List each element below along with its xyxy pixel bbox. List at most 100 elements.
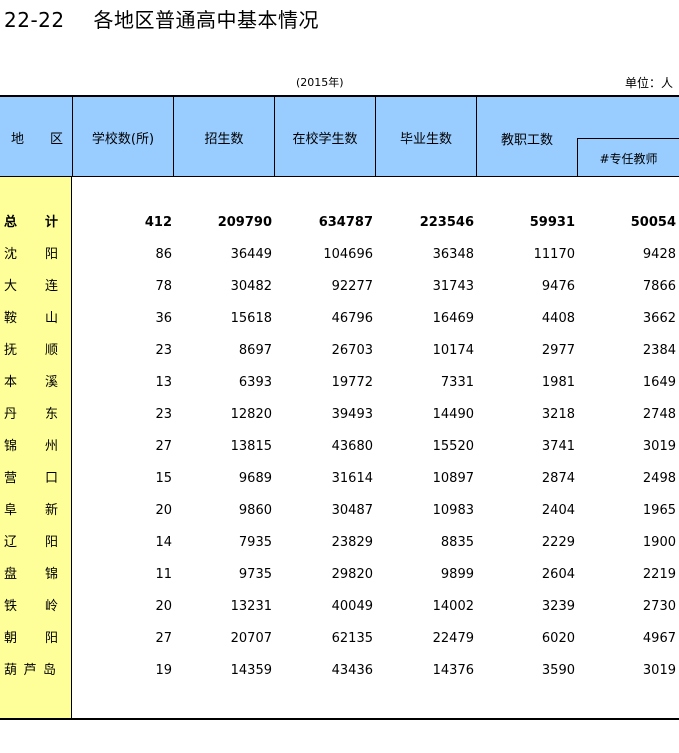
table-row: 沈阳 86 36449 104696 36348 11170 9428 [0,244,679,266]
region-name: 本溪 [4,372,58,394]
cell-teachers: 7866 [642,279,676,294]
region-name-char: 阳 [44,535,58,550]
region-name-char: 丹 [4,407,18,422]
cell-teachers: 3662 [642,311,676,326]
cell-graduates: 9899 [440,567,474,582]
cell-teachers: 1965 [642,503,676,518]
cell-students: 634787 [318,215,373,230]
region-name-char: 锦 [44,567,58,582]
header-students: 在校学生数 [275,97,376,177]
region-name-char: 阜 [4,503,18,518]
cell-enrollment: 7935 [238,535,272,550]
cell-graduates: 16469 [432,311,474,326]
region-name-char: 州 [44,439,58,454]
table-row: 朝阳 27 20707 62135 22479 6020 4967 [0,628,679,650]
region-name: 营口 [4,468,58,490]
cell-staff: 2977 [541,343,575,358]
cell-enrollment: 13231 [230,599,272,614]
cell-staff: 6020 [541,631,575,646]
cell-teachers: 9428 [642,247,676,262]
cell-graduates: 223546 [419,215,474,230]
cell-graduates: 14376 [432,663,474,678]
page-title: 22-22 各地区普通高中基本情况 [4,4,319,33]
cell-schools: 78 [155,279,172,294]
region-name: 大连 [4,276,58,298]
cell-staff: 2404 [541,503,575,518]
table-row: 丹东 23 12820 39493 14490 3218 2748 [0,404,679,426]
cell-graduates: 8835 [440,535,474,550]
cell-students: 29820 [331,567,373,582]
cell-schools: 23 [155,343,172,358]
cell-graduates: 10174 [432,343,474,358]
region-name-char: 铁 [4,599,18,614]
cell-enrollment: 8697 [238,343,272,358]
table-row: 抚顺 23 8697 26703 10174 2977 2384 [0,340,679,362]
cell-students: 92277 [331,279,373,294]
cell-schools: 36 [155,311,172,326]
cell-enrollment: 12820 [230,407,272,422]
region-name-char: 溪 [44,375,58,390]
region-name-char: 岛 [42,663,56,678]
region-name: 葫芦岛 [4,660,56,682]
cell-staff: 9476 [541,279,575,294]
cell-students: 40049 [331,599,373,614]
cell-graduates: 14490 [432,407,474,422]
region-name-char: 辽 [4,535,18,550]
cell-staff: 11170 [533,247,575,262]
region-name-char: 朝 [4,631,18,646]
cell-teachers: 2748 [642,407,676,422]
cell-staff: 1981 [541,375,575,390]
region-name-char: 锦 [4,439,18,454]
cell-teachers: 4967 [642,631,676,646]
region-name-char: 连 [44,279,58,294]
cell-students: 46796 [331,311,373,326]
cell-students: 104696 [323,247,373,262]
region-name: 阜新 [4,500,58,522]
region-name: 丹东 [4,404,58,426]
cell-enrollment: 9860 [238,503,272,518]
region-name-char: 大 [4,279,18,294]
cell-schools: 23 [155,407,172,422]
cell-staff: 4408 [541,311,575,326]
cell-students: 62135 [331,631,373,646]
cell-staff: 2604 [541,567,575,582]
cell-schools: 412 [144,215,172,230]
cell-graduates: 10983 [432,503,474,518]
cell-staff: 3741 [541,439,575,454]
region-name-char: 阳 [44,631,58,646]
region-name: 鞍山 [4,308,58,330]
header-region-char: 地 [11,131,25,147]
table-row: 葫芦岛 19 14359 43436 14376 3590 3019 [0,660,679,682]
cell-schools: 15 [155,471,172,486]
region-name-char: 新 [44,503,58,518]
cell-teachers: 2384 [642,343,676,358]
cell-staff: 59931 [529,215,575,230]
table-row: 本溪 13 6393 19772 7331 1981 1649 [0,372,679,394]
cell-students: 19772 [331,375,373,390]
header-region: 地 区 [0,97,73,177]
cell-enrollment: 15618 [230,311,272,326]
table-row: 铁岭 20 13231 40049 14002 3239 2730 [0,596,679,618]
table-row-total: 总计 412 209790 634787 223546 59931 50054 [0,212,679,234]
region-name: 铁岭 [4,596,58,618]
region-name: 盘锦 [4,564,58,586]
header-region-char: 区 [49,131,63,147]
cell-enrollment: 9735 [238,567,272,582]
cell-staff: 3590 [541,663,575,678]
cell-teachers: 1900 [642,535,676,550]
region-name-char: 营 [4,471,18,486]
region-name-char: 总 [4,215,18,230]
cell-teachers: 3019 [642,663,676,678]
header-enrollment: 招生数 [174,97,275,177]
cell-schools: 20 [155,599,172,614]
cell-enrollment: 14359 [230,663,272,678]
cell-enrollment: 6393 [238,375,272,390]
cell-staff: 3218 [541,407,575,422]
region-name-char: 山 [44,311,58,326]
cell-schools: 20 [155,503,172,518]
cell-enrollment: 9689 [238,471,272,486]
table-row: 大连 78 30482 92277 31743 9476 7866 [0,276,679,298]
table-title: 各地区普通高中基本情况 [93,8,319,32]
table-row: 锦州 27 13815 43680 15520 3741 3019 [0,436,679,458]
header-staff: 教职工数 [500,133,553,148]
